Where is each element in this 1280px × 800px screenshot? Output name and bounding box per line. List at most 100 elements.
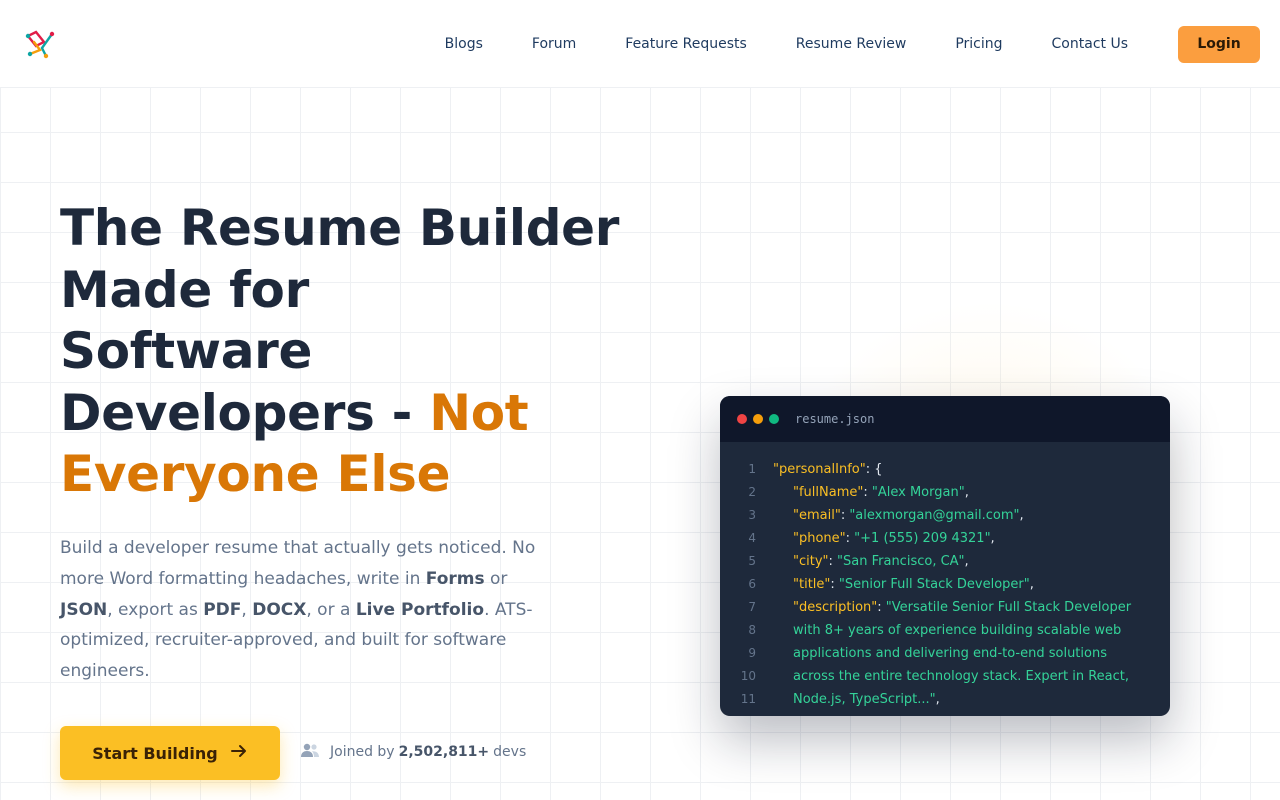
- json-value: "San Francisco, CA": [837, 554, 965, 569]
- code-line: 9 applications and delivering end-to-end …: [720, 642, 1170, 665]
- hero-title-line: Made for: [60, 260, 309, 319]
- desc-text: or: [484, 568, 508, 589]
- line-number: 5: [748, 554, 756, 568]
- json-key: "city": [793, 554, 829, 569]
- desc-pdf: PDF: [203, 599, 242, 620]
- hero-title-accent: Not: [429, 383, 529, 442]
- login-button[interactable]: Login: [1178, 25, 1260, 63]
- hero-title-accent: Everyone Else: [60, 445, 451, 503]
- code-content: "description": "Versatile Senior Full St…: [773, 596, 1131, 619]
- line-number: 1: [748, 462, 756, 476]
- code-line: 11 Node.js, TypeScript...",: [720, 688, 1170, 711]
- desc-forms: Forms: [425, 568, 485, 589]
- fork-logo-icon[interactable]: [24, 28, 56, 60]
- line-number: 2: [748, 485, 756, 499]
- json-value: Node.js, TypeScript...": [793, 692, 936, 707]
- line-number: 9: [748, 646, 756, 660]
- nav-link-blogs[interactable]: Blogs: [445, 36, 483, 52]
- json-comma: ,: [1029, 577, 1034, 592]
- code-content: applications and delivering end-to-end s…: [773, 642, 1107, 665]
- code-body: 1 "personalInfo": { 2 "fullName": "Alex Mor…: [720, 442, 1170, 711]
- json-key: "fullName": [793, 485, 864, 500]
- desc-text: ,: [241, 599, 253, 620]
- desc-live-portfolio: Live Portfolio: [355, 599, 485, 620]
- joined-count: Joined by 2,502,811+ devs: [300, 741, 526, 763]
- code-line: 3 "email": "alexmorgan@gmail.com",: [720, 504, 1170, 527]
- json-value: "Alex Morgan": [871, 485, 965, 500]
- joined-number: 2,502,811+: [398, 744, 490, 760]
- json-separator: :: [877, 600, 886, 615]
- json-comma: ,: [964, 485, 969, 500]
- json-value: with 8+ years of experience building sca…: [793, 623, 1122, 638]
- line-number: 6: [748, 577, 756, 591]
- json-comma: ,: [990, 531, 995, 546]
- nav-link-forum[interactable]: Forum: [532, 36, 576, 52]
- maximize-dot-icon: [769, 414, 779, 424]
- nav-link-contact-us[interactable]: Contact Us: [1052, 36, 1128, 52]
- nav-link-resume-review[interactable]: Resume Review: [796, 36, 907, 52]
- json-value: "Versatile Senior Full Stack Developer: [885, 600, 1132, 615]
- code-content: "title": "Senior Full Stack Developer",: [773, 573, 1034, 596]
- json-key: "phone": [793, 531, 846, 546]
- code-preview-window: resume.json 1 "personalInfo": { 2 "fullName…: [720, 396, 1170, 716]
- code-line: 4 "phone": "+1 (555) 209 4321",: [720, 527, 1170, 550]
- code-content: "city": "San Francisco, CA",: [773, 550, 969, 573]
- hero-title-line: Developers -: [60, 383, 430, 442]
- nav-link-feature-requests[interactable]: Feature Requests: [625, 36, 747, 52]
- joined-suffix: devs: [493, 744, 527, 760]
- json-separator: :: [830, 577, 839, 592]
- json-key: "personalInfo": [773, 462, 866, 477]
- code-titlebar: resume.json: [720, 396, 1170, 442]
- json-comma: ,: [1019, 508, 1024, 523]
- hero-title-line: The Resume Builder: [60, 199, 620, 257]
- code-line: 2 "fullName": "Alex Morgan",: [720, 481, 1170, 504]
- json-value: across the entire technology stack. Expe…: [793, 669, 1130, 684]
- code-content: across the entire technology stack. Expe…: [773, 665, 1129, 688]
- hero-title-line: Software: [60, 322, 313, 380]
- json-comma: ,: [964, 554, 969, 569]
- line-number: 8: [748, 623, 756, 637]
- code-content: "fullName": "Alex Morgan",: [773, 481, 969, 504]
- code-content: with 8+ years of experience building sca…: [773, 619, 1121, 642]
- line-number: 7: [748, 600, 756, 614]
- code-line: 6 "title": "Senior Full Stack Developer",: [720, 573, 1170, 596]
- json-value: "+1 (555) 209 4321": [854, 531, 991, 546]
- json-separator: :: [828, 554, 838, 569]
- json-value: applications and delivering end-to-end s…: [793, 646, 1107, 661]
- start-building-label: Start Building: [92, 743, 218, 763]
- code-content: Node.js, TypeScript...",: [773, 688, 940, 711]
- desc-text: , export as: [107, 599, 204, 620]
- json-separator: :: [863, 485, 872, 500]
- users-icon: [300, 742, 320, 762]
- main-nav: Blogs Forum Feature Requests Resume Revi…: [445, 0, 1260, 88]
- code-content: "phone": "+1 (555) 209 4321",: [773, 527, 995, 550]
- desc-text: , or a: [306, 599, 356, 620]
- line-number: 10: [740, 669, 756, 683]
- hero-title: The Resume Builder Made for Software Dev…: [60, 198, 680, 506]
- code-line: 5 "city": "San Francisco, CA",: [720, 550, 1170, 573]
- nav-link-pricing[interactable]: Pricing: [955, 36, 1002, 52]
- site-header: Blogs Forum Feature Requests Resume Revi…: [0, 0, 1280, 88]
- code-content: "email": "alexmorgan@gmail.com",: [773, 504, 1024, 527]
- json-value: "Senior Full Stack Developer": [838, 577, 1030, 592]
- code-filename: resume.json: [795, 412, 875, 426]
- close-dot-icon: [737, 414, 747, 424]
- joined-prefix: Joined by: [330, 744, 395, 760]
- minimize-dot-icon: [753, 414, 763, 424]
- code-line: 1 "personalInfo": {: [720, 458, 1170, 481]
- json-key: "title": [793, 577, 831, 592]
- code-line: 8 with 8+ years of experience building sc…: [720, 619, 1170, 642]
- json-separator: :: [845, 531, 855, 546]
- code-content: "personalInfo": {: [773, 458, 883, 481]
- json-comma: ,: [935, 692, 940, 707]
- arrow-right-icon: [230, 743, 248, 764]
- line-number: 4: [748, 531, 756, 545]
- line-number: 3: [748, 508, 756, 522]
- code-line: 10 across the entire technology stack. Ex…: [720, 665, 1170, 688]
- desc-json: JSON: [60, 599, 108, 620]
- json-value: "alexmorgan@gmail.com": [849, 508, 1020, 523]
- json-key: "email": [793, 508, 841, 523]
- hero-description: Build a developer resume that actually g…: [60, 533, 560, 687]
- code-line: 7 "description": "Versatile Senior Full S…: [720, 596, 1170, 619]
- start-building-button[interactable]: Start Building: [60, 726, 280, 780]
